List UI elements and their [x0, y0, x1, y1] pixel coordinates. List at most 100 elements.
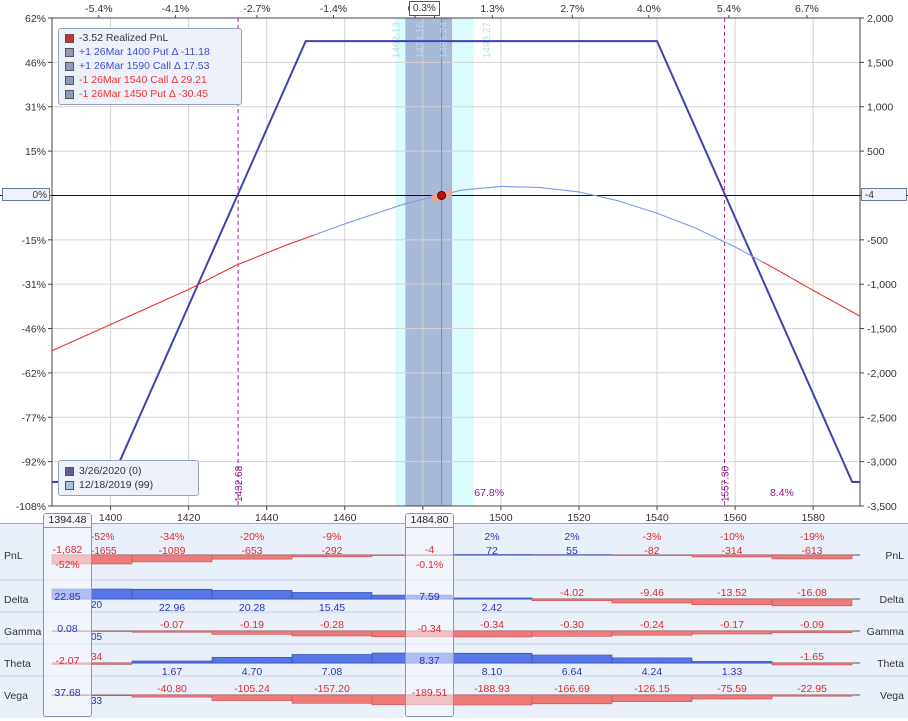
date-swatch [65, 480, 74, 490]
probability-label: 8.4% [770, 487, 794, 499]
cursor-right-pnl: -4 [424, 544, 435, 556]
greek-bar [291, 694, 373, 704]
greek-bar [531, 694, 613, 705]
greek-bar [771, 662, 853, 666]
cursor-right-gamma: -0.34 [417, 623, 442, 635]
current-pct-box: 0.3% [409, 1, 440, 16]
greek-row-label-left: PnL [4, 550, 23, 562]
greek-pct: -10% [720, 531, 745, 543]
greek-value: 55 [566, 545, 578, 557]
positions-legend: -3.52 Realized PnL +1 26Mar 1400 Put Δ -… [58, 28, 242, 105]
left-tick-label: -92% [21, 457, 46, 469]
x-tick-label: 1560 [723, 512, 747, 523]
greek-pct: -20% [240, 531, 265, 543]
x-tick-label: 1420 [177, 512, 201, 523]
right-tick-label: -2,000 [867, 368, 897, 380]
legend-row[interactable]: +1 26Mar 1590 Call Δ 17.53 [65, 59, 241, 73]
greek-bar [771, 598, 853, 607]
left-zero-tag: 0% [2, 188, 50, 201]
greek-bar [211, 694, 293, 701]
greek-value: -0.07 [160, 619, 184, 631]
greek-pct: -9% [323, 531, 342, 543]
greek-bar [451, 630, 533, 638]
x-tick-label: 1400 [99, 512, 123, 523]
x-tick-label: 1440 [255, 512, 279, 523]
greek-value: -13.52 [717, 587, 747, 599]
greeks-panel: -1089 -34% -653 -20% -292 -9% 72 2% 55 2% -82 -3% -3… [0, 523, 908, 718]
breakeven-label: 1432.68 [234, 465, 245, 502]
clipped-fragment: 34 [91, 652, 103, 663]
left-tick-label: -77% [21, 412, 46, 424]
cursor-right-pnl-pct: -0.1% [415, 559, 444, 571]
x-tick-label: 1520 [567, 512, 591, 523]
greek-value: -0.30 [560, 619, 584, 631]
x-tick-label: 1540 [645, 512, 669, 523]
legend-row[interactable]: +1 26Mar 1400 Put Δ -11.18 [65, 45, 241, 59]
greek-bar [211, 657, 293, 664]
greek-row-label-right: Gamma [867, 626, 905, 638]
left-tick-label: -31% [21, 279, 46, 291]
greek-bar [291, 592, 373, 600]
cursor-right-price: 1484.80 [406, 514, 453, 528]
greek-value: -0.09 [800, 619, 824, 631]
greek-value: -4.02 [560, 587, 584, 599]
greek-value: -75.59 [717, 683, 747, 695]
greek-bar [451, 652, 533, 664]
greek-value: -314 [721, 545, 742, 557]
greek-value: -188.93 [474, 683, 510, 695]
clipped-fragment: 33 [91, 696, 103, 707]
x-tick-label: 1460 [333, 512, 357, 523]
left-tick-label: 62% [25, 13, 46, 25]
greek-value: -1.65 [800, 651, 824, 663]
greek-value: -22.95 [797, 683, 827, 695]
greek-row-label-right: Vega [880, 690, 904, 702]
right-tick-label: -3,500 [867, 501, 897, 513]
greek-value: -16.08 [797, 587, 827, 599]
legend-text: -1 26Mar 1450 Put Δ -30.45 [79, 88, 209, 100]
greek-pct: -19% [800, 531, 825, 543]
right-tick-label: 500 [867, 146, 885, 158]
greek-bar [531, 654, 613, 664]
greek-bar [611, 657, 693, 664]
right-tick-label: -500 [867, 235, 888, 247]
cursor-right-box[interactable]: 1484.80 -4 -0.1% 7.59 -0.34 8.37 -189.51 [405, 513, 454, 717]
greek-bar [611, 694, 693, 702]
t0-pnl-line-highlight [313, 185, 763, 263]
clipped-fragment: -52% [91, 532, 114, 543]
legend-row[interactable]: -1 26Mar 1450 Put Δ -30.45 [65, 87, 241, 101]
greek-value: -0.19 [240, 619, 264, 631]
left-tick-label: -108% [16, 501, 46, 513]
greek-pct: -3% [643, 531, 662, 543]
date-legend-row[interactable]: 3/26/2020 (0) [65, 464, 198, 478]
cursor-left-price: 1394.48 [44, 514, 91, 528]
legend-row[interactable]: -1 26Mar 1540 Call Δ 29.21 [65, 73, 241, 87]
greek-bar [611, 630, 693, 636]
greek-row-label-left: Delta [4, 594, 29, 606]
greek-bar [611, 598, 693, 604]
clipped-fragment: 20 [91, 600, 103, 611]
right-tick-label: 1,500 [867, 57, 893, 69]
band-label: 1474.16 [415, 22, 426, 59]
greek-row-label-left: Gamma [4, 626, 42, 638]
x-tick-label: 1580 [801, 512, 825, 523]
greek-row-label-right: Theta [877, 658, 904, 670]
greek-bar [691, 630, 773, 635]
greek-value: -1089 [159, 545, 186, 557]
legend-row[interactable]: -3.52 Realized PnL [65, 31, 241, 45]
legend-text: +1 26Mar 1400 Put Δ -11.18 [79, 46, 210, 58]
dates-legend: 3/26/2020 (0) 12/18/2019 (99) [58, 460, 199, 496]
greek-value: 72 [486, 545, 498, 557]
greek-bar [451, 694, 533, 706]
pct-tick-label: 4.0% [637, 3, 661, 15]
cursor-left-theta: -2.07 [55, 655, 80, 667]
date-legend-row[interactable]: 12/18/2019 (99) [65, 478, 198, 492]
date-legend-text: 12/18/2019 (99) [79, 479, 154, 491]
greek-value: -0.34 [480, 619, 504, 631]
band-label: 1486.24 [439, 22, 450, 59]
greek-bar [771, 630, 853, 633]
greek-value: -292 [321, 545, 342, 557]
legend-swatch [65, 61, 74, 71]
cursor-left-box[interactable]: 1394.48 -1,682 -52% 22.85 0.08 -2.07 37.… [43, 513, 92, 717]
right-tick-label: 1,000 [867, 102, 893, 114]
legend-text: +1 26Mar 1590 Call Δ 17.53 [79, 60, 210, 72]
